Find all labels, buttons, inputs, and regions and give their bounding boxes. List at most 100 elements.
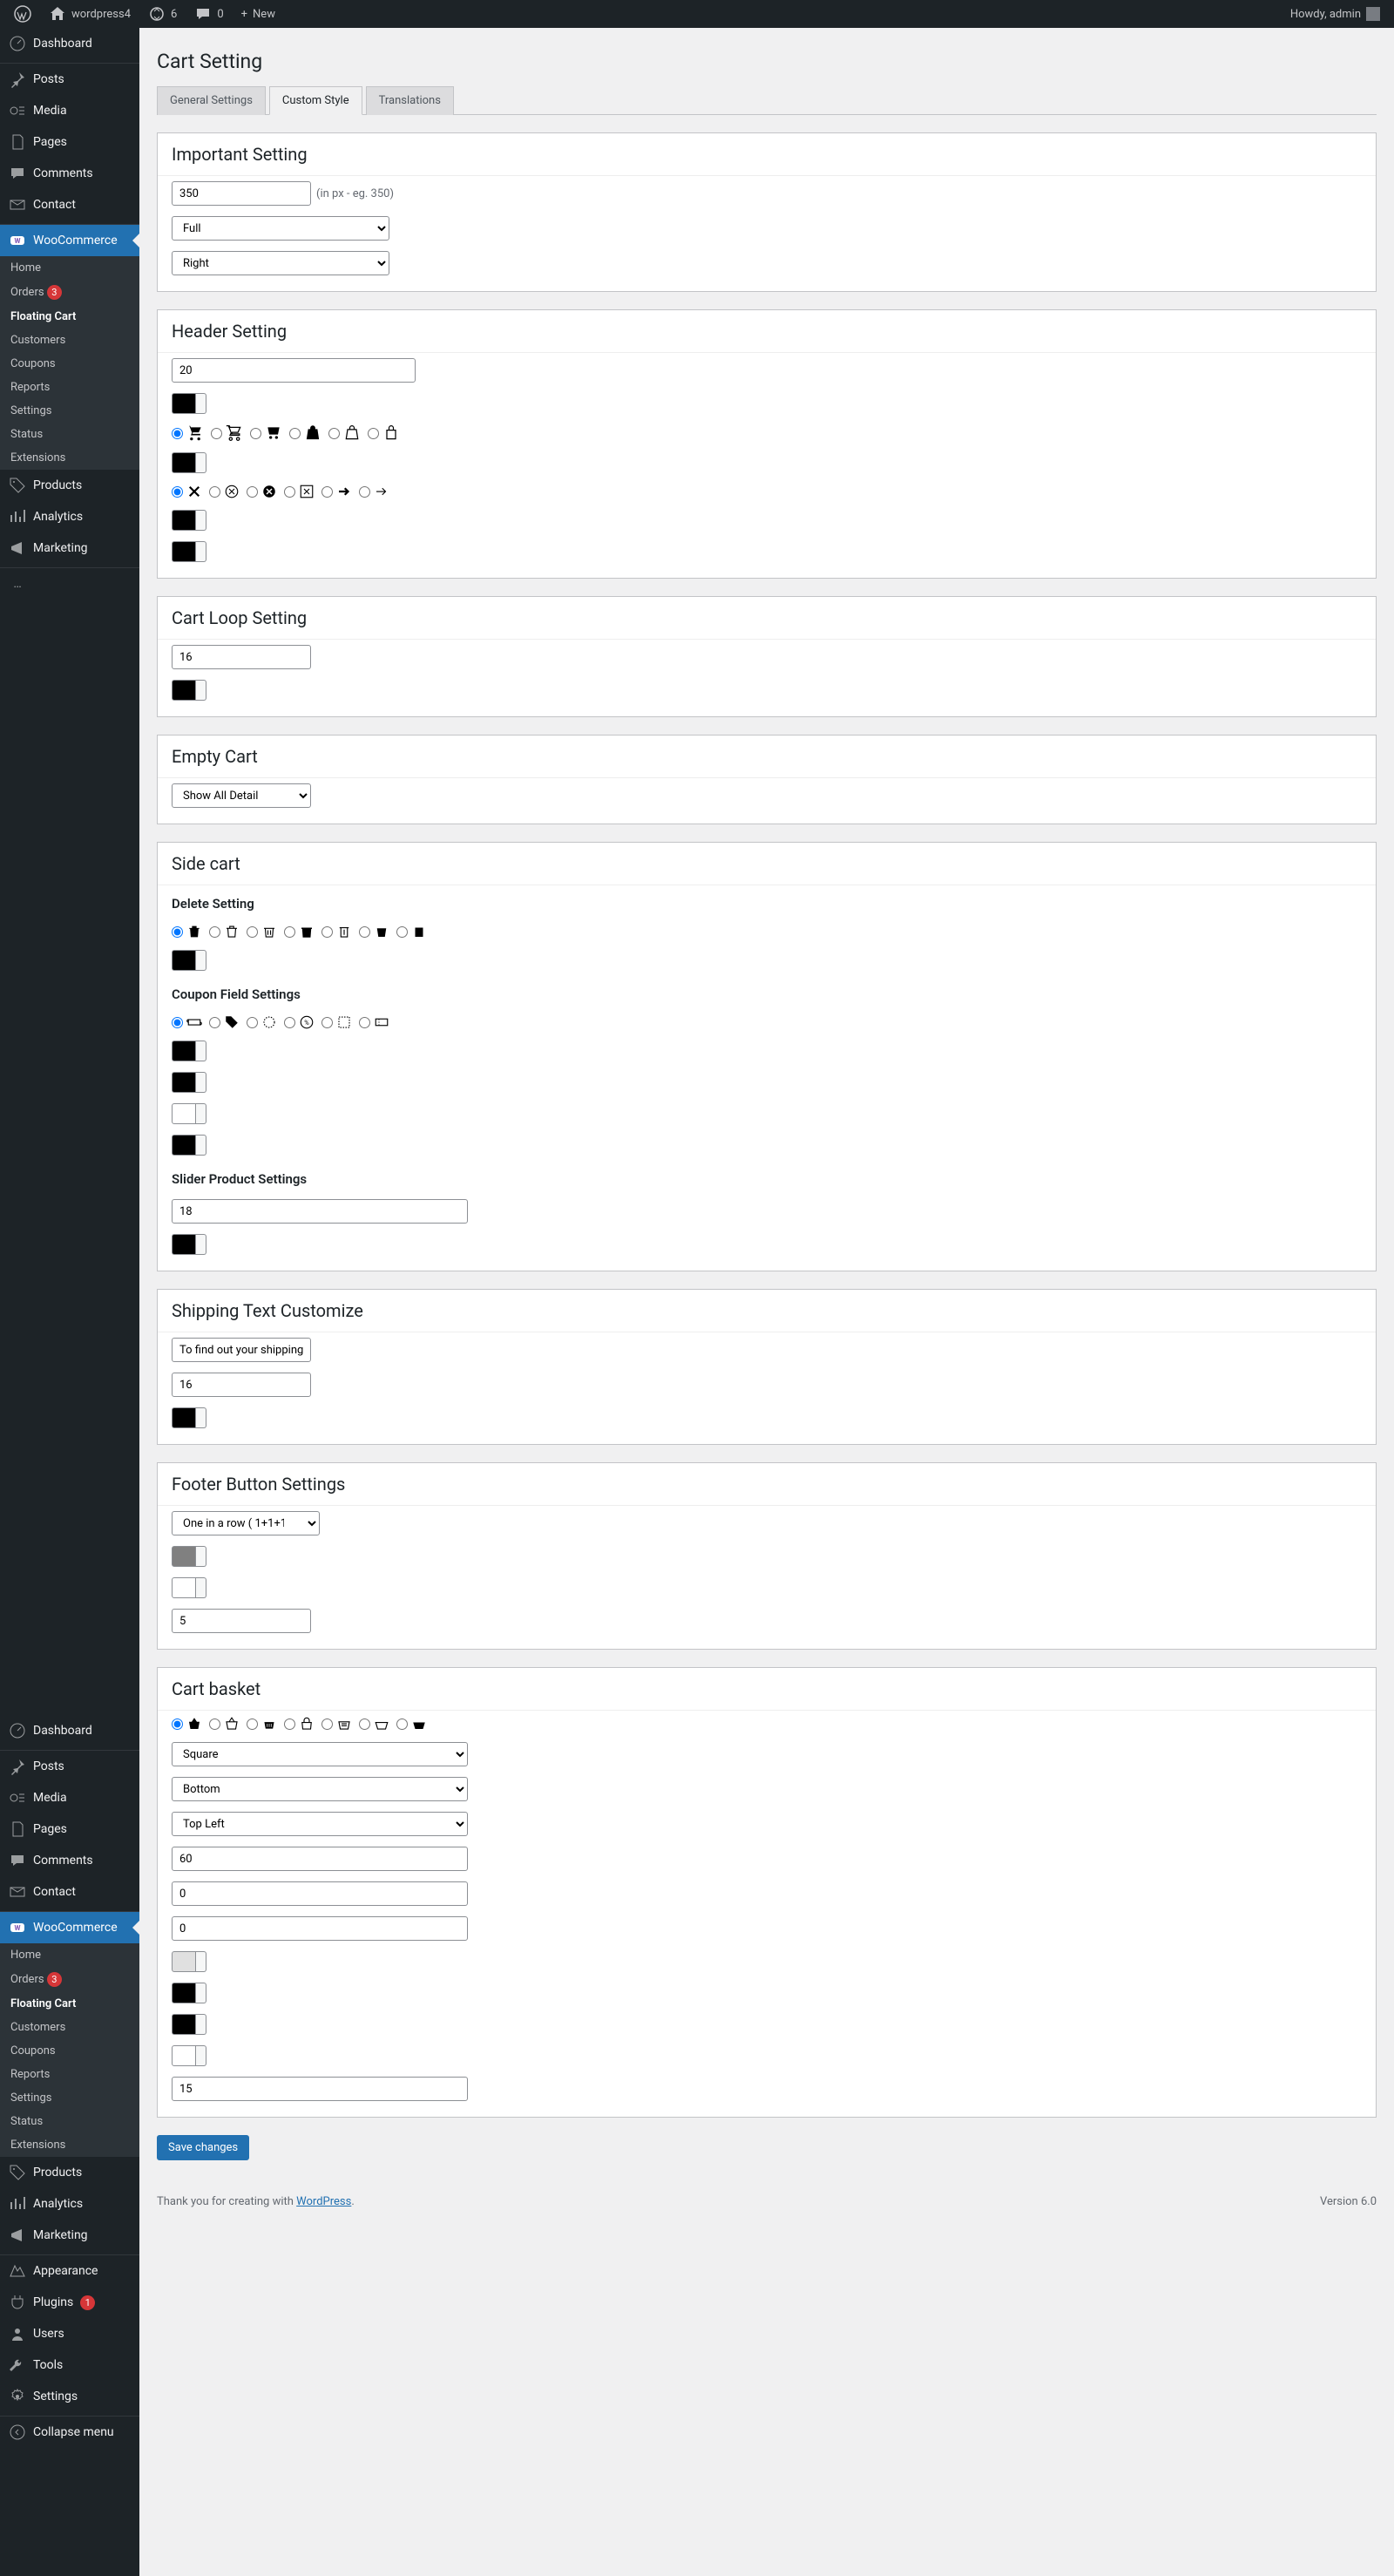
coupon-icon-opt-4[interactable]: % xyxy=(284,1014,315,1030)
coupon-icon-color-picker[interactable] xyxy=(172,1041,206,1061)
submenu-settings[interactable]: Settings xyxy=(0,2086,139,2110)
close-icon-opt-6[interactable] xyxy=(359,484,389,499)
menu-posts[interactable]: Posts xyxy=(0,64,139,95)
submenu-customers[interactable]: Customers xyxy=(0,329,139,352)
save-button[interactable]: Save changes xyxy=(157,2135,249,2160)
close-icon-opt-4[interactable] xyxy=(284,484,315,499)
basket-icon-size-input[interactable] xyxy=(172,1847,468,1871)
cart-icon-opt-2[interactable] xyxy=(211,424,243,442)
menu-analytics[interactable]: Analytics xyxy=(0,501,139,532)
close-icon-color-picker[interactable] xyxy=(172,510,206,531)
menu-contact-2[interactable]: Contact xyxy=(0,1876,139,1908)
submenu-home[interactable]: Home xyxy=(0,256,139,280)
menu-woocommerce-2[interactable]: WWooCommerce xyxy=(0,1912,139,1943)
coupon-icon-opt-6[interactable] xyxy=(359,1014,389,1030)
menu-products[interactable]: Products xyxy=(0,470,139,501)
submenu-floating-cart[interactable]: Floating Cart xyxy=(0,305,139,329)
coupon-icon-opt-1[interactable] xyxy=(172,1014,202,1030)
close-icon-opt-1[interactable] xyxy=(172,484,202,499)
close-icon-opt-3[interactable] xyxy=(247,484,277,499)
menu-settings[interactable]: Settings xyxy=(0,2381,139,2412)
close-icon-opt-2[interactable] xyxy=(209,484,240,499)
cart-icon-opt-5[interactable] xyxy=(328,424,361,442)
basket-offset-y-input[interactable] xyxy=(172,1881,468,1906)
comments-link[interactable]: 0 xyxy=(187,0,230,28)
cart-icon-color-picker[interactable] xyxy=(172,452,206,473)
freeship-color-picker[interactable] xyxy=(172,541,206,562)
menu-pages[interactable]: Pages xyxy=(0,126,139,158)
open-from-select[interactable]: Right xyxy=(172,251,389,275)
submenu-reports[interactable]: Reports xyxy=(0,376,139,399)
submenu-customers[interactable]: Customers xyxy=(0,2016,139,2039)
submenu-floating-cart[interactable]: Floating Cart xyxy=(0,1992,139,2016)
menu-marketing-2[interactable]: Marketing xyxy=(0,2220,139,2251)
menu-plugins[interactable]: Plugins 1 xyxy=(0,2287,139,2318)
basket-shape-select[interactable]: Square xyxy=(172,1742,468,1766)
menu-pages-2[interactable]: Pages xyxy=(0,1813,139,1845)
submenu-home[interactable]: Home xyxy=(0,1943,139,1967)
menu-comments[interactable]: Comments xyxy=(0,158,139,189)
header-font-color-picker[interactable] xyxy=(172,393,206,414)
delete-color-picker[interactable] xyxy=(172,950,206,971)
tab-translations[interactable]: Translations xyxy=(366,86,454,115)
delete-icon-opt-1[interactable] xyxy=(172,924,202,939)
delete-icon-opt-6[interactable] xyxy=(359,924,389,939)
count-text-color-picker[interactable] xyxy=(172,2045,206,2066)
collapse-menu[interactable]: Collapse menu xyxy=(0,2417,139,2448)
product-title-color-picker[interactable] xyxy=(172,680,206,701)
menu-appearance[interactable]: Appearance xyxy=(0,2255,139,2287)
menu-marketing[interactable]: Marketing xyxy=(0,532,139,564)
shipping-text-input[interactable] xyxy=(172,1338,311,1362)
shipping-color-picker[interactable] xyxy=(172,1407,206,1428)
site-link[interactable]: wordpress4 xyxy=(42,0,138,28)
delete-icon-opt-4[interactable] xyxy=(284,924,315,939)
menu-woocommerce[interactable]: WWooCommerce xyxy=(0,225,139,256)
basket-icon-opt-1[interactable] xyxy=(172,1716,202,1732)
footer-btn-margin-input[interactable] xyxy=(172,1609,311,1633)
delete-icon-opt-3[interactable] xyxy=(247,924,277,939)
basket-icon-opt-3[interactable] xyxy=(247,1716,277,1732)
apply-bg-color-picker[interactable] xyxy=(172,1135,206,1156)
submenu-orders[interactable]: Orders 3 xyxy=(0,280,139,305)
submenu-settings[interactable]: Settings xyxy=(0,399,139,423)
delete-icon-opt-5[interactable] xyxy=(321,924,352,939)
basket-bg-color-picker[interactable] xyxy=(172,1951,206,1972)
submenu-reports[interactable]: Reports xyxy=(0,2063,139,2086)
menu-users[interactable]: Users xyxy=(0,2318,139,2349)
menu-dashboard[interactable]: Dashboard xyxy=(0,28,139,59)
product-font-color-picker[interactable] xyxy=(172,1234,206,1255)
menu-contact[interactable]: Contact xyxy=(0,189,139,220)
menu-posts-2[interactable]: Posts xyxy=(0,1751,139,1782)
coupon-font-color-picker[interactable] xyxy=(172,1072,206,1093)
menu-tools[interactable]: Tools xyxy=(0,2349,139,2381)
basket-icon-opt-6[interactable] xyxy=(359,1716,389,1732)
menu-dashboard-2[interactable]: Dashboard xyxy=(0,1715,139,1746)
updates-link[interactable]: 6 xyxy=(141,0,184,28)
cart-icon-opt-3[interactable] xyxy=(250,424,282,442)
basket-icon-opt-5[interactable] xyxy=(321,1716,352,1732)
delete-icon-opt-2[interactable] xyxy=(209,924,240,939)
basket-icon-opt-2[interactable] xyxy=(209,1716,240,1732)
cart-icon-opt-6[interactable] xyxy=(368,424,400,442)
submenu-status[interactable]: Status xyxy=(0,423,139,446)
header-font-size-input[interactable] xyxy=(172,358,416,383)
empty-cart-select[interactable]: Show All Detail xyxy=(172,783,311,808)
coupon-icon-opt-5[interactable] xyxy=(321,1014,352,1030)
account-link[interactable]: Howdy, admin xyxy=(1283,0,1387,28)
tab-general[interactable]: General Settings xyxy=(157,86,266,115)
menu-products-2[interactable]: Products xyxy=(0,2157,139,2188)
basket-icon-opt-7[interactable] xyxy=(396,1716,427,1732)
footer-btn-color-picker[interactable] xyxy=(172,1546,206,1567)
product-title-size-input[interactable] xyxy=(172,645,311,669)
apply-text-color-picker[interactable] xyxy=(172,1103,206,1124)
submenu-orders[interactable]: Orders 3 xyxy=(0,1967,139,1992)
product-font-size-input[interactable] xyxy=(172,1199,468,1224)
count-text-size-input[interactable] xyxy=(172,2077,468,2101)
cart-icon-opt-4[interactable] xyxy=(289,424,321,442)
basket-count-pos-select[interactable]: Top Left xyxy=(172,1812,468,1836)
submenu-coupons[interactable]: Coupons xyxy=(0,352,139,376)
footer-btn-text-color-picker[interactable] xyxy=(172,1577,206,1598)
basket-icon-opt-4[interactable] xyxy=(284,1716,315,1732)
submenu-status[interactable]: Status xyxy=(0,2110,139,2133)
submenu-extensions[interactable]: Extensions xyxy=(0,446,139,470)
